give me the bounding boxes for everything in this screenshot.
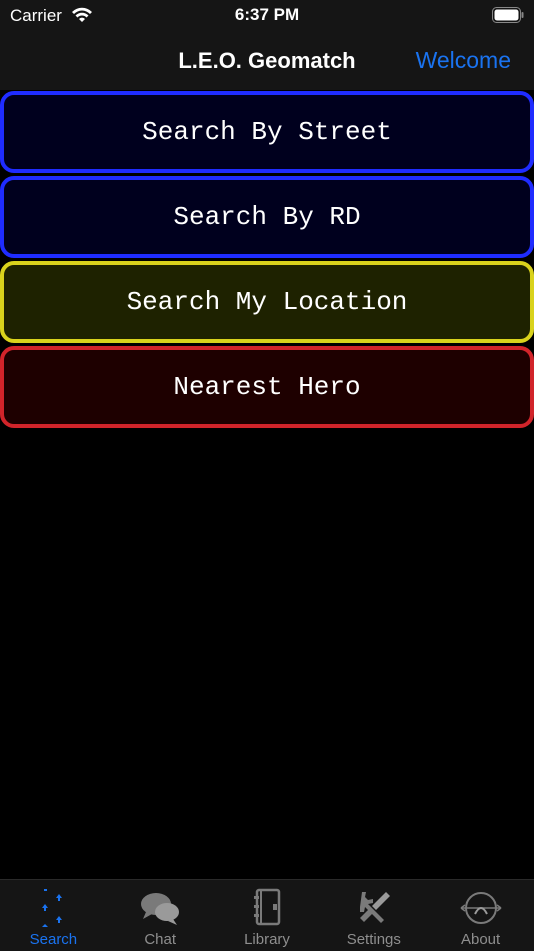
library-book-icon xyxy=(253,888,281,926)
tab-library-label: Library xyxy=(244,931,290,948)
search-my-location-button[interactable]: Search My Location xyxy=(0,261,534,343)
battery-icon xyxy=(492,7,524,23)
search-menu: Search By Street Search By RD Search My Lo… xyxy=(0,91,534,431)
tab-settings[interactable]: Settings xyxy=(320,880,427,951)
about-logo-icon xyxy=(460,892,502,924)
tab-chat-label: Chat xyxy=(144,931,177,948)
tab-search-label: Search xyxy=(29,931,78,948)
welcome-button[interactable]: Welcome xyxy=(416,47,511,74)
tab-about-label: About xyxy=(460,931,501,948)
tab-settings-label: Settings xyxy=(346,931,401,948)
search-by-street-button[interactable]: Search By Street xyxy=(0,91,534,173)
tab-chat[interactable]: Chat xyxy=(107,880,214,951)
tab-about[interactable]: About xyxy=(427,880,534,951)
tab-library[interactable]: Library xyxy=(214,880,321,951)
search-footprints-icon xyxy=(42,889,63,927)
chat-bubbles-icon xyxy=(141,893,180,925)
status-bar: Carrier 6:37 PM xyxy=(0,0,534,32)
tab-search[interactable]: Search xyxy=(0,880,107,951)
clock: 6:37 PM xyxy=(234,5,300,24)
tab-bar: Search Chat Library Settings About xyxy=(0,879,534,951)
navigation-bar: L.E.O. Geomatch Welcome xyxy=(0,32,534,90)
settings-tools-icon xyxy=(359,892,390,923)
search-by-rd-button[interactable]: Search By RD xyxy=(0,176,534,258)
nearest-hero-button[interactable]: Nearest Hero xyxy=(0,346,534,428)
